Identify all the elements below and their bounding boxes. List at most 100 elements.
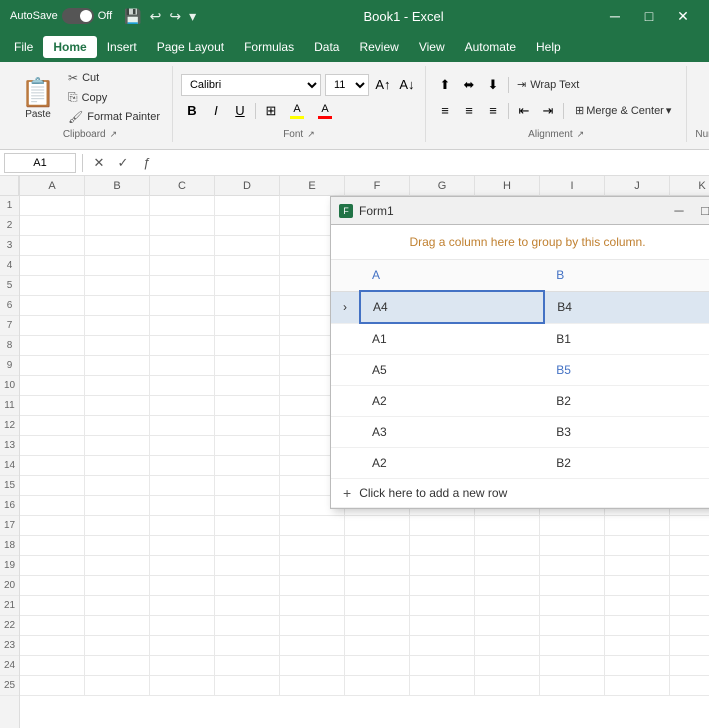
- grid-cell[interactable]: [85, 636, 150, 656]
- grid-cell[interactable]: [150, 316, 215, 336]
- grid-cell[interactable]: [85, 476, 150, 496]
- align-right-button[interactable]: ≡: [482, 100, 504, 122]
- grid-cell[interactable]: [215, 636, 280, 656]
- grid-cell[interactable]: [85, 216, 150, 236]
- grid-cell[interactable]: [280, 536, 345, 556]
- grid-cell[interactable]: [215, 376, 280, 396]
- row-num-18[interactable]: 18: [0, 536, 19, 556]
- grid-cell[interactable]: [85, 236, 150, 256]
- grid-cell[interactable]: [345, 676, 410, 696]
- grid-cell[interactable]: [475, 676, 540, 696]
- grid-cell[interactable]: [20, 316, 85, 336]
- grid-cell[interactable]: [410, 556, 475, 576]
- alignment-expand-icon[interactable]: ↗: [577, 129, 585, 140]
- row-num-11[interactable]: 11: [0, 396, 19, 416]
- increase-font-size-button[interactable]: A↑: [373, 74, 393, 96]
- grid-cell[interactable]: [475, 516, 540, 536]
- menu-review[interactable]: Review: [349, 36, 408, 58]
- redo-icon[interactable]: ↪: [169, 8, 181, 25]
- grid-cell[interactable]: [20, 356, 85, 376]
- corner-cell[interactable]: [0, 176, 19, 196]
- cut-button[interactable]: ✂ Cut: [64, 69, 164, 87]
- menu-data[interactable]: Data: [304, 36, 349, 58]
- grid-cell[interactable]: [20, 256, 85, 276]
- grid-cell[interactable]: [150, 296, 215, 316]
- grid-cell[interactable]: [605, 556, 670, 576]
- align-middle-button[interactable]: ⬌: [458, 74, 480, 96]
- grid-cell[interactable]: [215, 576, 280, 596]
- row-num-2[interactable]: 2: [0, 216, 19, 236]
- col-header-E[interactable]: E: [280, 176, 345, 196]
- cell-col-b[interactable]: B3: [544, 417, 709, 448]
- grid-cell[interactable]: [215, 496, 280, 516]
- grid-cell[interactable]: [410, 596, 475, 616]
- grid-cell[interactable]: [215, 256, 280, 276]
- table-row[interactable]: A5B5: [331, 355, 709, 386]
- col-header-G[interactable]: G: [410, 176, 475, 196]
- fill-color-button[interactable]: A: [284, 100, 310, 122]
- cancel-formula-button[interactable]: ✕: [89, 153, 109, 173]
- table-row[interactable]: A1B1: [331, 323, 709, 355]
- minimize-button[interactable]: ─: [599, 4, 631, 28]
- grid-cell[interactable]: [475, 636, 540, 656]
- italic-button[interactable]: I: [205, 100, 227, 122]
- grid-cell[interactable]: [215, 356, 280, 376]
- menu-page-layout[interactable]: Page Layout: [147, 36, 234, 58]
- grid-cell[interactable]: [150, 516, 215, 536]
- wrap-text-button[interactable]: ⇥ Wrap Text: [513, 76, 583, 93]
- grid-cell[interactable]: [475, 536, 540, 556]
- grid-cell[interactable]: [215, 556, 280, 576]
- grid-cell[interactable]: [475, 656, 540, 676]
- grid-cell[interactable]: [215, 536, 280, 556]
- grid-cell[interactable]: [345, 656, 410, 676]
- grid-cell[interactable]: [85, 376, 150, 396]
- decrease-indent-button[interactable]: ⇤: [513, 100, 535, 122]
- align-top-button[interactable]: ⬆: [434, 74, 456, 96]
- grid-cell[interactable]: [20, 676, 85, 696]
- grid-cell[interactable]: [410, 576, 475, 596]
- align-bottom-button[interactable]: ⬇: [482, 74, 504, 96]
- confirm-formula-button[interactable]: ✓: [113, 153, 133, 173]
- cell-col-a[interactable]: A5: [360, 355, 544, 386]
- grid-cell[interactable]: [410, 656, 475, 676]
- grid-cell[interactable]: [215, 296, 280, 316]
- grid-cell[interactable]: [670, 636, 709, 656]
- grid-cell[interactable]: [20, 416, 85, 436]
- grid-cell[interactable]: [280, 676, 345, 696]
- grid-cell[interactable]: [215, 336, 280, 356]
- cell-col-b[interactable]: B5: [544, 355, 709, 386]
- grid-cell[interactable]: [345, 596, 410, 616]
- table-row[interactable]: A2B2: [331, 448, 709, 479]
- col-A-header[interactable]: A: [360, 260, 544, 291]
- menu-view[interactable]: View: [409, 36, 455, 58]
- form-maximize-button[interactable]: □: [694, 201, 709, 221]
- row-num-20[interactable]: 20: [0, 576, 19, 596]
- grid-cell[interactable]: [85, 536, 150, 556]
- row-num-9[interactable]: 9: [0, 356, 19, 376]
- grid-cell[interactable]: [150, 276, 215, 296]
- grid-cell[interactable]: [150, 236, 215, 256]
- grid-cell[interactable]: [150, 656, 215, 676]
- grid-cell[interactable]: [150, 336, 215, 356]
- grid-cell[interactable]: [540, 556, 605, 576]
- grid-cell[interactable]: [215, 656, 280, 676]
- grid-cell[interactable]: [670, 516, 709, 536]
- grid-cell[interactable]: [150, 476, 215, 496]
- merge-center-button[interactable]: ⊞ Merge & Center ▾: [568, 101, 678, 120]
- underline-button[interactable]: U: [229, 100, 251, 122]
- grid-cell[interactable]: [20, 656, 85, 676]
- grid-cell[interactable]: [540, 636, 605, 656]
- grid-cell[interactable]: [85, 516, 150, 536]
- col-B-header[interactable]: B: [544, 260, 709, 291]
- cell-col-b[interactable]: B2: [544, 448, 709, 479]
- grid-cell[interactable]: [215, 216, 280, 236]
- col-header-D[interactable]: D: [215, 176, 280, 196]
- grid-cell[interactable]: [85, 356, 150, 376]
- row-num-7[interactable]: 7: [0, 316, 19, 336]
- grid-cell[interactable]: [345, 616, 410, 636]
- grid-cell[interactable]: [345, 516, 410, 536]
- grid-cell[interactable]: [20, 296, 85, 316]
- grid-cell[interactable]: [215, 676, 280, 696]
- grid-cell[interactable]: [85, 316, 150, 336]
- grid-cell[interactable]: [280, 556, 345, 576]
